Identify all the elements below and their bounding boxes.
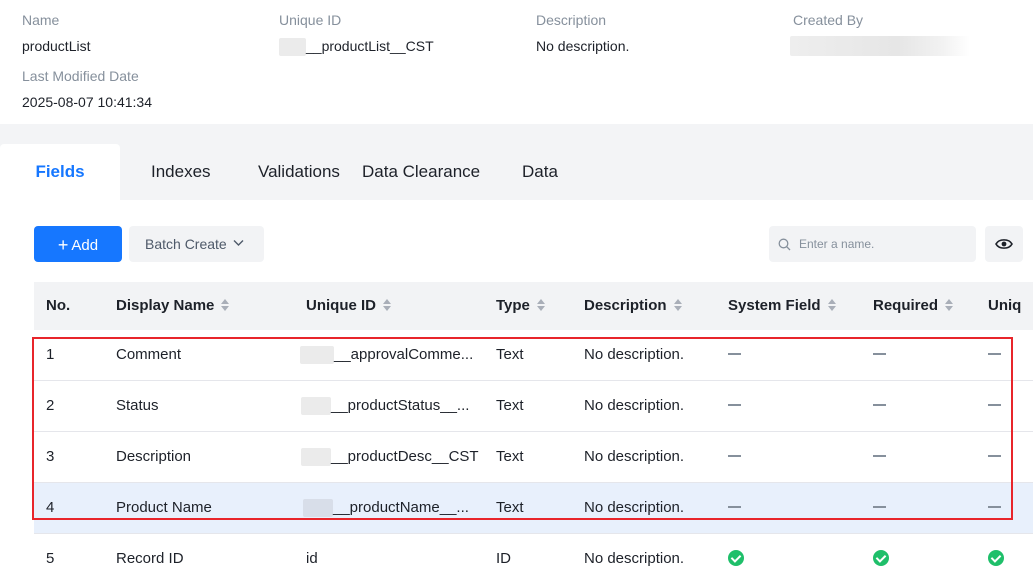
last-modified-value: 2025-08-07 10:41:34 [22,94,152,110]
name-label: Name [22,12,60,28]
column-visibility-button[interactable] [985,226,1023,262]
sort-icon[interactable] [945,299,954,311]
col-no: No. [46,297,71,314]
col-system-field[interactable]: System Field [728,282,837,330]
add-button-label: Add [71,237,99,254]
col-unique-id[interactable]: Unique ID [306,282,392,330]
required-dash-icon [873,353,886,355]
cell-type: Text [496,499,524,516]
redacted-prefix [300,346,334,365]
col-display-name[interactable]: Display Name [116,282,230,330]
created-by-field: Created By [790,10,970,61]
search-input[interactable] [799,226,969,262]
unique-dash-icon [988,506,1001,508]
unique-id-value: __productList__CST [306,38,434,54]
system-field-dash-icon [728,455,741,457]
redacted-creator [790,36,970,56]
batch-create-button[interactable]: Batch Create [129,226,264,262]
cell-display-name: Comment [116,346,182,363]
batch-create-label: Batch Create [145,236,227,252]
sort-icon[interactable] [827,299,837,311]
system-field-dash-icon [728,404,741,406]
search-icon [778,238,791,251]
required-dash-icon [873,404,886,406]
cell-type: Text [496,448,524,465]
search-box[interactable] [769,226,976,262]
redacted-prefix [301,448,331,467]
cell-description: No description. [584,448,685,465]
name-value: productList [22,38,91,54]
cell-unique-id: __productDesc__CST [301,432,479,482]
table-row[interactable]: 4 Product Name __productName__... Text N… [34,483,1033,534]
cell-no: 2 [46,397,55,414]
description-value: No description. [536,38,630,54]
last-modified-label: Last Modified Date [22,68,139,84]
unique-dash-icon [988,455,1001,457]
redacted-prefix [301,397,331,416]
tab-indexes[interactable]: Indexes [151,144,211,200]
table-row[interactable]: 2 Status __productStatus__... Text No de… [34,381,1033,432]
description-field: Description No description. [536,10,629,56]
system-field-dash-icon [728,353,741,355]
sort-icon[interactable] [673,299,683,311]
cell-unique-id: __approvalComme... [300,330,473,380]
object-details: Name productList Unique ID __productList… [0,0,1033,124]
chevron-down-icon [233,240,244,246]
sort-icon[interactable] [383,299,392,311]
cell-no: 3 [46,448,55,465]
table-header: No. Display Name Unique ID Type Descript… [34,282,1033,330]
tab-fields[interactable]: Fields [0,144,120,200]
section-divider [0,124,1033,144]
col-required[interactable]: Required [873,282,954,330]
sort-icon[interactable] [536,299,546,311]
cell-no: 4 [46,499,55,516]
system-field-check-icon [728,550,744,566]
description-label: Description [536,12,607,28]
cell-unique-id: id [306,550,318,567]
col-type[interactable]: Type [496,282,546,330]
created-by-label: Created By [793,12,864,28]
unique-dash-icon [988,353,1001,355]
tab-bar: Fields Indexes Validations Data Clearanc… [0,144,1033,200]
required-check-icon [873,550,889,566]
cell-unique-id: __productName__... [303,483,469,533]
redacted-prefix [279,38,306,57]
unique-check-icon [988,550,1004,566]
table-row[interactable]: 5 Record ID id ID No description. [34,534,1033,578]
cell-no: 1 [46,346,55,363]
required-dash-icon [873,455,886,457]
cell-description: No description. [584,397,685,414]
cell-display-name: Status [116,397,159,414]
cell-description: No description. [584,499,685,516]
eye-icon [995,239,1013,249]
redacted-prefix [303,499,333,518]
unique-id-label: Unique ID [279,12,342,28]
col-unique[interactable]: Uniq [988,282,1021,330]
tab-data[interactable]: Data [522,144,558,200]
cell-type: Text [496,397,524,414]
col-description[interactable]: Description [584,282,683,330]
unique-dash-icon [988,404,1001,406]
tab-validations[interactable]: Validations [258,144,340,200]
name-field: Name productList [22,10,90,56]
plus-icon: + [57,235,69,255]
cell-description: No description. [584,346,685,363]
cell-type: ID [496,550,511,567]
last-modified-field: Last Modified Date 2025-08-07 10:41:34 [22,66,152,112]
table-row[interactable]: 3 Description __productDesc__CST Text No… [34,432,1033,483]
unique-id-field: Unique ID __productList__CST [279,10,434,57]
table-row[interactable]: 1 Comment __approvalComme... Text No des… [34,330,1033,381]
add-button[interactable]: + Add [34,226,122,262]
cell-display-name: Record ID [116,550,184,567]
cell-unique-id: __productStatus__... [301,381,469,431]
system-field-dash-icon [728,506,741,508]
cell-display-name: Description [116,448,192,465]
cell-no: 5 [46,550,55,567]
cell-display-name: Product Name [116,499,212,516]
cell-description: No description. [584,550,685,567]
tab-data-clearance[interactable]: Data Clearance [362,144,480,200]
required-dash-icon [873,506,886,508]
cell-type: Text [496,346,524,363]
sort-icon[interactable] [221,299,230,311]
